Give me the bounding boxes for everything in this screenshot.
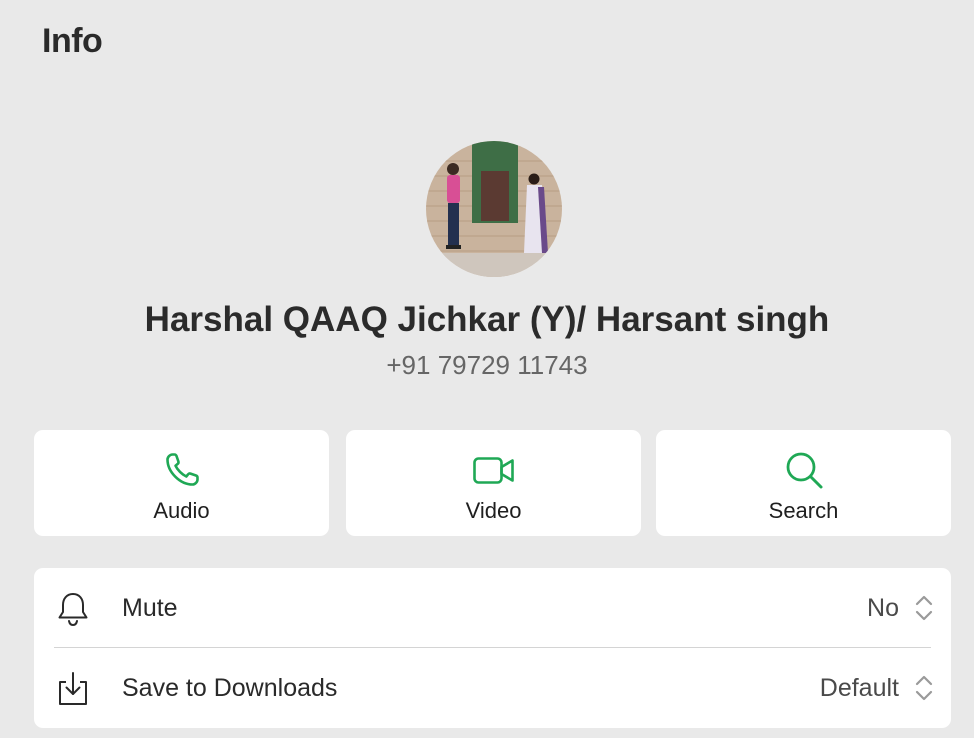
search-button[interactable]: Search [656,430,951,536]
settings-card: Mute No Save to Downloads Default [34,568,951,728]
search-icon [786,452,822,489]
save-to-downloads-row[interactable]: Save to Downloads Default [34,648,951,728]
video-label: Video [465,498,522,523]
search-label: Search [768,498,839,523]
avatar-photo [426,141,562,277]
audio-label: Audio [153,498,210,523]
quick-actions: Audio Video Search [34,430,951,536]
bell-icon [58,593,88,627]
audio-call-button[interactable]: Audio [34,430,329,536]
phone-icon [165,453,199,486]
mute-row[interactable]: Mute No [34,568,951,648]
contact-name: Harshal QAAQ Jichkar (Y)/ Harsant singh [144,300,830,339]
chevron-up-down-icon[interactable] [913,594,935,622]
download-tray-icon [59,672,87,705]
save-to-downloads-label: Save to Downloads [122,674,338,702]
video-call-button[interactable]: Video [346,430,641,536]
mute-value[interactable]: No [867,594,899,623]
save-to-downloads-value[interactable]: Default [820,674,899,703]
contact-phone: +91 79729 11743 [386,350,588,380]
mute-label: Mute [122,594,178,622]
page-title: Info [42,22,103,60]
contact-avatar[interactable] [426,141,562,277]
chevron-up-down-icon[interactable] [913,674,935,702]
contact-info-panel: Info Harshal QAAQ Jichkar (Y)/ Harsant s… [0,0,974,738]
video-camera-icon [472,457,514,484]
